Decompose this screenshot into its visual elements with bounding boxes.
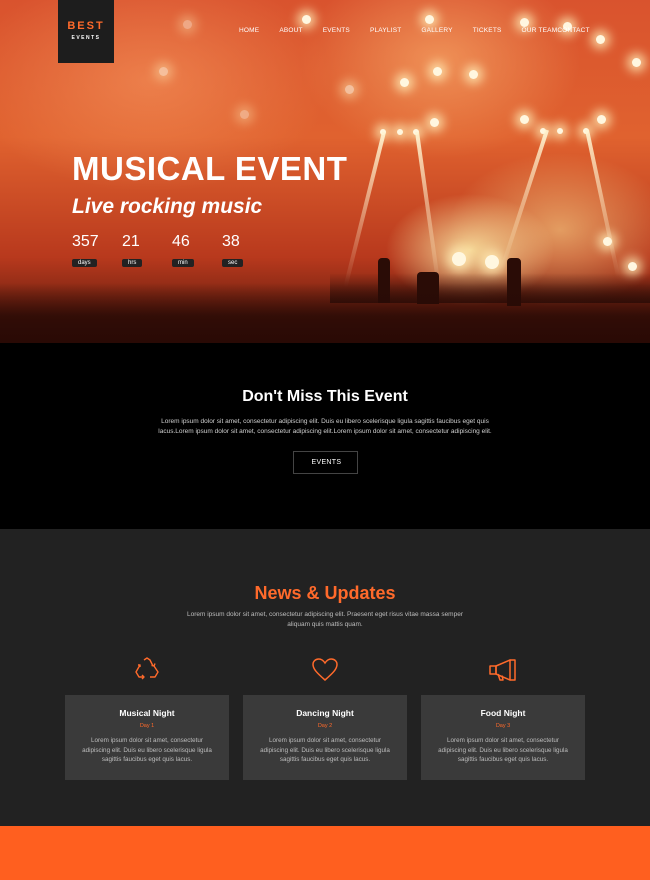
megaphone-icon: [488, 656, 516, 684]
section-title: News & Updates: [254, 583, 396, 603]
heart-icon: [311, 656, 339, 684]
hero-subtitle: Live rocking music: [72, 195, 263, 218]
countdown-label: days: [72, 259, 97, 267]
section-lead: Lorem ipsum dolor sit amet, consectetur …: [186, 611, 463, 628]
countdown-label: hrs: [122, 259, 143, 267]
section-title: Don't Miss This Event: [242, 388, 408, 405]
hero-title: MUSICAL EVENT: [72, 150, 348, 187]
news-card[interactable]: Musical Night Day 1 Lorem ipsum dolor si…: [65, 695, 229, 780]
countdown-value: 38: [222, 233, 240, 250]
footer-band: [0, 826, 650, 880]
main-nav: HOME ABOUT EVENTS PLAYLIST GALLERY TICKE…: [239, 27, 590, 34]
card-title: Food Night: [480, 708, 526, 718]
dont-miss-section: Don't Miss This Event Lorem ipsum dolor …: [0, 343, 650, 529]
logo-text-best: BEST: [67, 20, 105, 32]
card-day: Day 1: [139, 723, 155, 729]
nav-our-team[interactable]: OUR TEAM: [522, 27, 558, 34]
countdown-hours: 21 hrs: [122, 233, 172, 269]
section-text: Lorem ipsum dolor sit amet, consectetur …: [158, 418, 492, 435]
card-day: Day 2: [317, 723, 333, 729]
nav-events[interactable]: EVENTS: [323, 27, 350, 34]
crowd: [0, 283, 650, 343]
card-text: Lorem ipsum dolor sit amet, consectetur …: [438, 737, 568, 763]
logo-text-events: EVENTS: [71, 35, 101, 41]
countdown-label: sec: [222, 259, 244, 267]
card-title: Musical Night: [119, 708, 175, 718]
news-section: News & Updates Lorem ipsum dolor sit ame…: [0, 529, 650, 826]
card-text: Lorem ipsum dolor sit amet, consectetur …: [82, 737, 212, 763]
countdown-minutes: 46 min: [172, 233, 222, 269]
countdown-value: 21: [122, 233, 140, 250]
nav-playlist[interactable]: PLAYLIST: [370, 27, 401, 34]
countdown: 357 days 21 hrs 46 min 38 sec: [72, 233, 272, 269]
news-card[interactable]: Dancing Night Day 2 Lorem ipsum dolor si…: [243, 695, 407, 780]
nav-about[interactable]: ABOUT: [279, 27, 302, 34]
nav-tickets[interactable]: TICKETS: [473, 27, 502, 34]
countdown-value: 357: [72, 233, 99, 250]
hero-section: BEST EVENTS HOME ABOUT EVENTS PLAYLIST G…: [0, 0, 650, 343]
logo[interactable]: BEST EVENTS: [58, 0, 114, 63]
nav-home[interactable]: HOME: [239, 27, 259, 34]
countdown-label: min: [172, 259, 194, 267]
card-day: Day 3: [495, 723, 511, 729]
card-text: Lorem ipsum dolor sit amet, consectetur …: [260, 737, 390, 763]
card-title: Dancing Night: [296, 708, 354, 718]
countdown-seconds: 38 sec: [222, 233, 272, 269]
news-card[interactable]: Food Night Day 3 Lorem ipsum dolor sit a…: [421, 695, 585, 780]
nav-contact[interactable]: CONTACT: [557, 27, 589, 34]
events-button[interactable]: EVENTS: [292, 451, 358, 474]
nav-gallery[interactable]: GALLERY: [421, 27, 452, 34]
recycle-icon: [133, 656, 161, 684]
countdown-value: 46: [172, 233, 190, 250]
countdown-days: 357 days: [72, 233, 122, 269]
